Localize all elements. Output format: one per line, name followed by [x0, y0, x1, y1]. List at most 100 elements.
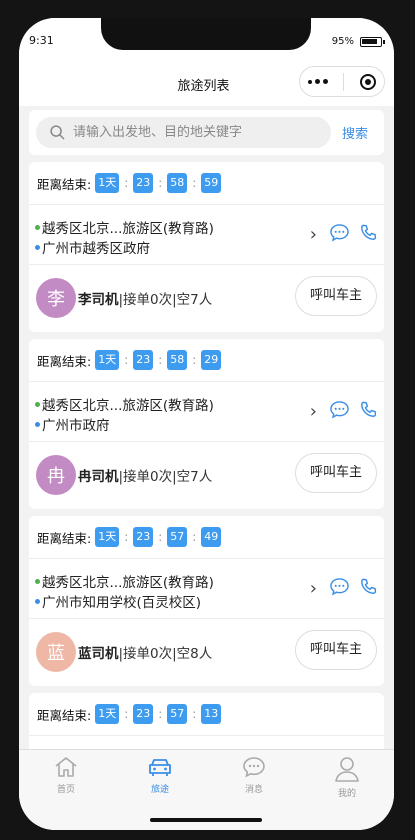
countdown-separator: : [192, 176, 197, 190]
miniprogram-capsule [299, 66, 385, 97]
origin-dot-icon [35, 401, 40, 407]
route-from: 越秀区北京...旅游区(教育路) [35, 394, 214, 414]
countdown-separator: : [192, 353, 197, 367]
driver-row: 李 李司机 |接单0次|空7人 呼叫车主 [29, 265, 384, 331]
close-target-icon[interactable] [360, 73, 377, 90]
status-time: 9:31 [29, 34, 54, 47]
countdown-minutes: 57 [167, 527, 188, 547]
route-from-text: 越秀区北京...旅游区(教育路) [42, 575, 214, 591]
route-actions: › [310, 400, 378, 423]
status-right: 95% [331, 36, 385, 47]
tab-messages[interactable]: 消息 [207, 755, 301, 795]
route-row[interactable]: 越秀区北京...旅游区(教育路) 广州市知用学校(百灵校区) › [29, 559, 384, 619]
avatar: 蓝 [36, 632, 76, 672]
countdown-minutes: 58 [167, 173, 188, 193]
destination-dot-icon [35, 421, 40, 427]
countdown-minutes: 58 [167, 350, 188, 370]
phone-screen: 9:31 95% 旅途列表 搜索 距离结束: 1天 : [19, 18, 394, 830]
chat-icon[interactable] [329, 223, 350, 246]
capsule-divider [343, 72, 345, 91]
countdown-seconds: 49 [201, 527, 222, 547]
route-to: 广州市政府 [35, 414, 110, 434]
route-to-text: 广州市越秀区政府 [42, 241, 150, 257]
countdown-separator: : [124, 176, 129, 190]
trip-list: 距离结束: 1天 : 23 : 58 : 59 越秀区北京...旅游区(教育路)… [29, 162, 384, 830]
phone-icon[interactable] [359, 400, 378, 423]
message-icon [207, 755, 301, 779]
home-indicator [150, 818, 262, 822]
countdown-days: 1天 [95, 704, 120, 724]
phone-icon[interactable] [359, 577, 378, 600]
search-box[interactable] [36, 117, 331, 148]
call-driver-button[interactable]: 呼叫车主 [295, 276, 377, 316]
countdown-row: 距离结束: 1天 : 23 : 58 : 29 [29, 339, 384, 382]
countdown-hours: 23 [133, 350, 154, 370]
driver-row: 冉 冉司机 |接单0次|空7人 呼叫车主 [29, 442, 384, 508]
countdown-separator: : [158, 176, 163, 190]
home-icon [19, 755, 113, 779]
chevron-right-icon[interactable]: › [310, 578, 317, 599]
trip-card[interactable]: 距离结束: 1天 : 23 : 58 : 59 越秀区北京...旅游区(教育路)… [29, 162, 384, 332]
driver-row: 蓝 蓝司机 |接单0次|空8人 呼叫车主 [29, 619, 384, 685]
driver-info: |接单0次|空7人 [118, 292, 213, 308]
route-from: 越秀区北京...旅游区(教育路) [35, 571, 214, 591]
countdown-row: 距离结束: 1天 : 23 : 57 : 13 [29, 693, 384, 736]
chevron-right-icon[interactable]: › [310, 401, 317, 422]
trip-card[interactable]: 距离结束: 1天 : 23 : 58 : 29 越秀区北京...旅游区(教育路)… [29, 339, 384, 509]
countdown-label: 距离结束: [37, 707, 92, 723]
battery-percent: 95% [331, 36, 354, 47]
chevron-right-icon[interactable]: › [310, 224, 317, 245]
more-icon[interactable] [307, 79, 328, 84]
avatar: 李 [36, 278, 76, 318]
countdown-separator: : [124, 707, 129, 721]
route-from: 越秀区北京...旅游区(教育路) [35, 217, 214, 237]
countdown-hours: 23 [133, 527, 154, 547]
route-row[interactable]: 越秀区北京...旅游区(教育路) 广州市政府 › [29, 382, 384, 442]
countdown-separator: : [158, 530, 163, 544]
search-button[interactable]: 搜索 [342, 123, 368, 142]
route-actions: › [310, 223, 378, 246]
countdown-separator: : [124, 353, 129, 367]
driver-info: |接单0次|空8人 [118, 646, 213, 662]
countdown-separator: : [192, 530, 197, 544]
navbar: 旅途列表 [19, 62, 394, 106]
call-driver-button[interactable]: 呼叫车主 [295, 630, 377, 670]
route-row[interactable]: 越秀区北京...旅游区(教育路) 广州市越秀区政府 › [29, 205, 384, 265]
notch [101, 18, 311, 50]
countdown-label: 距离结束: [37, 530, 92, 546]
countdown-minutes: 57 [167, 704, 188, 724]
tab-me[interactable]: 我的 [300, 755, 394, 799]
search-icon [50, 125, 65, 140]
countdown-separator: : [158, 707, 163, 721]
driver-name: 蓝司机 [78, 646, 119, 662]
countdown-row: 距离结束: 1天 : 23 : 57 : 49 [29, 516, 384, 559]
route-from-text: 越秀区北京...旅游区(教育路) [42, 221, 214, 237]
chat-icon[interactable] [329, 577, 350, 600]
phone-icon[interactable] [359, 223, 378, 246]
chat-icon[interactable] [329, 400, 350, 423]
driver-name: 李司机 [78, 292, 119, 308]
tab-label: 首页 [56, 785, 75, 795]
countdown-days: 1天 [95, 527, 120, 547]
tab-home[interactable]: 首页 [19, 755, 113, 795]
countdown-seconds: 29 [201, 350, 222, 370]
countdown-days: 1天 [95, 350, 120, 370]
tab-label: 我的 [337, 789, 356, 799]
route-to: 广州市知用学校(百灵校区) [35, 591, 201, 611]
route-from-text: 越秀区北京...旅游区(教育路) [42, 398, 214, 414]
trip-card[interactable]: 距离结束: 1天 : 23 : 57 : 49 越秀区北京...旅游区(教育路)… [29, 516, 384, 686]
countdown-days: 1天 [95, 173, 120, 193]
tab-trips[interactable]: 旅途 [113, 755, 207, 795]
page-title: 旅途列表 [177, 78, 230, 94]
call-driver-button[interactable]: 呼叫车主 [295, 453, 377, 493]
countdown-separator: : [192, 707, 197, 721]
countdown-seconds: 13 [201, 704, 222, 724]
car-icon [113, 755, 207, 779]
countdown-separator: : [158, 353, 163, 367]
countdown-seconds: 59 [201, 173, 222, 193]
avatar: 冉 [36, 455, 76, 495]
tab-label: 旅途 [150, 785, 169, 795]
user-icon [300, 755, 394, 783]
search-input[interactable] [73, 125, 313, 140]
countdown-hours: 23 [133, 173, 154, 193]
